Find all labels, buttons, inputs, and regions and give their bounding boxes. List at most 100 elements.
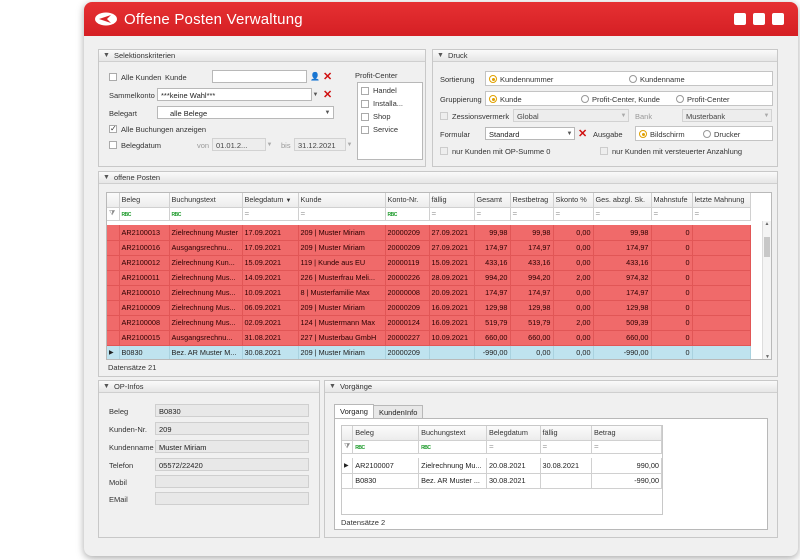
- column-header[interactable]: Mahnstufe: [651, 193, 693, 208]
- column-header[interactable]: Beleg: [352, 426, 420, 441]
- offene-posten-grid[interactable]: Beleg Buchungstext Belegdatum ▼ Kunde Ko…: [106, 192, 772, 360]
- filter-cell[interactable]: =: [298, 207, 386, 221]
- close-button[interactable]: [772, 13, 784, 25]
- column-header[interactable]: Ges. abzgl. Sk.: [593, 193, 652, 208]
- filter-funnel-icon[interactable]: ⧩: [342, 440, 354, 454]
- chevron-down-icon[interactable]: ▼: [565, 128, 574, 139]
- chevron-down-icon[interactable]: ▼: [762, 110, 771, 121]
- ausgabe-bildschirm-radio[interactable]: [639, 130, 647, 138]
- table-row[interactable]: AR2100016 Ausgangsrechnu... 17.09.2021 209 …: [107, 240, 751, 256]
- collapse-arrow-icon[interactable]: ▼: [437, 52, 444, 59]
- filter-cell[interactable]: RBC: [418, 440, 487, 454]
- versteuert-checkbox[interactable]: [600, 147, 608, 155]
- table-row[interactable]: AR2100011 Zielrechnung Mus... 14.09.2021 22…: [107, 270, 751, 286]
- user-search-icon[interactable]: 👤: [310, 72, 320, 81]
- filter-cell[interactable]: =: [486, 440, 541, 454]
- group-kunde-radio[interactable]: [489, 95, 497, 103]
- alle-kunden-checkbox[interactable]: [109, 73, 117, 81]
- tab-vorgang[interactable]: Vorgang: [334, 404, 374, 418]
- scroll-down-arrow-icon[interactable]: ▼: [763, 354, 771, 359]
- filter-cell[interactable]: =: [651, 207, 693, 221]
- profit-center-checkbox[interactable]: [361, 87, 369, 95]
- profit-center-list[interactable]: Handel Installa... Shop Service: [357, 82, 423, 160]
- column-header[interactable]: Belegdatum: [486, 426, 541, 441]
- filter-cell[interactable]: RBC: [385, 207, 430, 221]
- clear-formular-icon[interactable]: ✕: [578, 129, 587, 140]
- chevron-down-icon[interactable]: ▼: [323, 107, 332, 118]
- filter-cell[interactable]: RBC: [169, 207, 243, 221]
- profit-center-checkbox[interactable]: [361, 113, 369, 121]
- sammelkonto-select[interactable]: ***keine Wahl***: [157, 88, 312, 101]
- collapse-arrow-icon[interactable]: ▼: [103, 52, 110, 59]
- filter-cell[interactable]: =: [242, 207, 299, 221]
- column-header[interactable]: Belegdatum ▼: [242, 193, 299, 208]
- filter-cell[interactable]: =: [553, 207, 594, 221]
- clear-sammelkonto-icon[interactable]: ✕: [323, 90, 332, 101]
- column-header[interactable]: Skonto %: [553, 193, 594, 208]
- formular-select[interactable]: Standard: [485, 127, 575, 140]
- table-row[interactable]: AR2100008 Zielrechnung Mus... 02.09.2021 12…: [107, 315, 751, 331]
- belegdatum-checkbox[interactable]: [109, 141, 117, 149]
- column-header[interactable]: fällig: [429, 193, 475, 208]
- table-row[interactable]: AR2100015 Ausgangsrechnu... 31.08.2021 227 …: [107, 330, 751, 346]
- op-summe-checkbox[interactable]: [440, 147, 448, 155]
- kunde-input[interactable]: [212, 70, 307, 83]
- zessionsvermerk-checkbox[interactable]: [440, 112, 448, 120]
- filter-funnel-icon[interactable]: ⧩: [107, 207, 120, 221]
- column-header[interactable]: fällig: [540, 426, 593, 441]
- tab-kundeninfo[interactable]: KundenInfo: [373, 405, 424, 418]
- scroll-up-arrow-icon[interactable]: ▲: [763, 221, 771, 227]
- profit-center-checkbox[interactable]: [361, 126, 369, 134]
- collapse-arrow-icon[interactable]: ▼: [103, 174, 110, 181]
- column-header[interactable]: Restbetrag: [510, 193, 554, 208]
- zession-select[interactable]: Global: [513, 109, 629, 122]
- clear-kunde-icon[interactable]: ✕: [323, 72, 332, 83]
- profit-center-checkbox[interactable]: [361, 100, 369, 108]
- vertical-scrollbar[interactable]: ▲ ▼: [762, 221, 771, 359]
- table-row[interactable]: AR2100010 Zielrechnung Mus... 10.09.2021 8 …: [107, 285, 751, 301]
- group-pc-kunde-radio[interactable]: [581, 95, 589, 103]
- filter-cell[interactable]: =: [540, 440, 593, 454]
- chevron-down-icon[interactable]: ▼: [345, 139, 354, 150]
- column-header[interactable]: Betrag: [591, 426, 662, 441]
- column-header[interactable]: Beleg: [119, 193, 170, 208]
- table-row[interactable]: B0830 Bez. AR Muster ... 30.08.2021 -990,00: [342, 473, 662, 489]
- column-header[interactable]: Konto-Nr.: [385, 193, 430, 208]
- column-header[interactable]: letzte Mahnung: [692, 193, 751, 208]
- column-header[interactable]: Buchungstext: [169, 193, 243, 208]
- sort-kundennummer-radio[interactable]: [489, 75, 497, 83]
- filter-cell[interactable]: RBC: [119, 207, 170, 221]
- sort-kundenname-radio[interactable]: [629, 75, 637, 83]
- chevron-down-icon[interactable]: ▼: [265, 139, 274, 150]
- filter-cell[interactable]: =: [591, 440, 662, 454]
- table-row-selected[interactable]: ▶ B0830 Bez. AR Muster M... 30.08.2021 209 |…: [107, 345, 751, 359]
- filter-cell[interactable]: =: [593, 207, 652, 221]
- column-header[interactable]: Gesamt: [474, 193, 511, 208]
- filter-cell[interactable]: =: [474, 207, 511, 221]
- chevron-down-icon[interactable]: ▼: [311, 89, 320, 100]
- belegart-select[interactable]: alle Belege: [157, 106, 334, 119]
- ausgabe-drucker-radio[interactable]: [703, 130, 711, 138]
- group-pc-radio[interactable]: [676, 95, 684, 103]
- filter-cell[interactable]: RBC: [352, 440, 420, 454]
- bank-select[interactable]: Musterbank: [682, 109, 772, 122]
- maximize-button[interactable]: [753, 13, 765, 25]
- table-row[interactable]: ▶ AR2100007 Zielrechnung Mu... 20.08.2021 30…: [342, 458, 662, 474]
- collapse-arrow-icon[interactable]: ▼: [103, 383, 110, 390]
- bis-date-input[interactable]: 31.12.2021: [294, 138, 346, 151]
- table-row[interactable]: AR2100009 Zielrechnung Mus... 06.09.2021 20…: [107, 300, 751, 316]
- collapse-arrow-icon[interactable]: ▼: [329, 383, 336, 390]
- filter-cell[interactable]: =: [510, 207, 554, 221]
- table-row[interactable]: AR2100012 Zielrechnung Kun... 15.09.2021 11…: [107, 255, 751, 271]
- filter-cell[interactable]: =: [692, 207, 751, 221]
- chevron-down-icon[interactable]: ▼: [619, 110, 628, 121]
- minimize-button[interactable]: [734, 13, 746, 25]
- table-row[interactable]: AR2100013 Zielrechnung Muster 17.09.2021 20…: [107, 225, 751, 241]
- alle-buchungen-checkbox[interactable]: [109, 124, 117, 133]
- filter-cell[interactable]: =: [429, 207, 475, 221]
- column-header[interactable]: Buchungstext: [418, 426, 487, 441]
- column-header[interactable]: Kunde: [298, 193, 386, 208]
- vorgaenge-grid[interactable]: Beleg Buchungstext Belegdatum fällig Bet…: [341, 425, 663, 515]
- von-date-input[interactable]: 01.01.2...: [212, 138, 266, 151]
- scroll-thumb[interactable]: [764, 237, 770, 257]
